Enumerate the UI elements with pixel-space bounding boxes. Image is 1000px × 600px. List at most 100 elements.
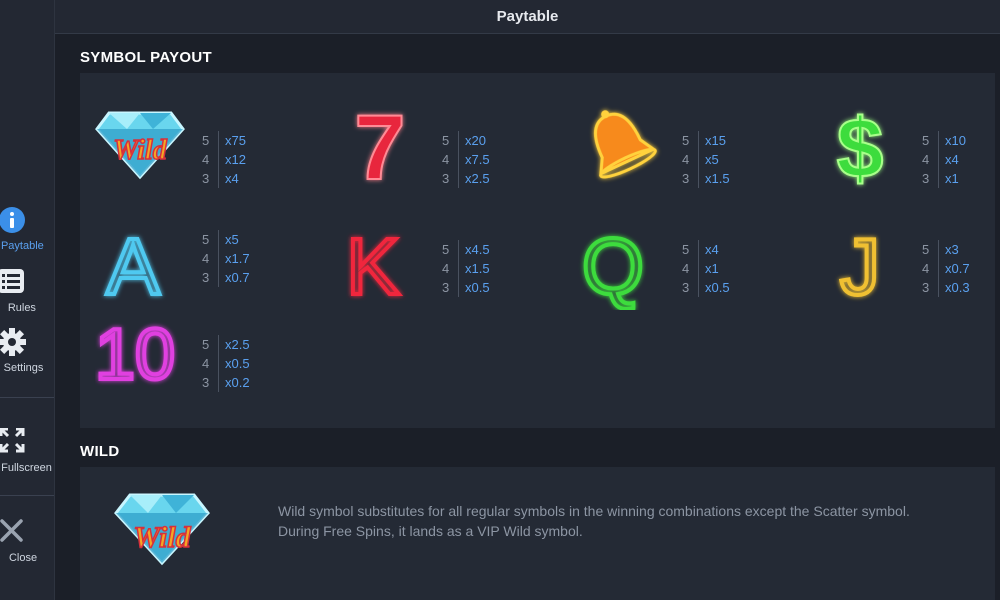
sidebar-item-label: Fullscreen [1,462,52,474]
wild-description-line-1: Wild symbol substitutes for all regular … [278,503,910,519]
payout-multiplier: x0.5 [225,356,250,371]
payout-separator [938,150,939,169]
payout-multiplier: x75 [225,133,246,148]
svg-text:10: 10 [95,315,175,395]
payout-row: 4 x7.5 [442,150,522,169]
payout-table: 5 x4 4 x1 3 x0.5 [682,240,762,297]
symbol-diamond-wild-icon: Wild [95,101,185,191]
wild-description: Wild symbol substitutes for all regular … [278,501,978,541]
svg-text:J: J [840,222,880,310]
payout-multiplier: x0.7 [945,261,970,276]
payout-row: 4 x1.5 [442,259,522,278]
symbol-seven-icon: 7 [335,96,425,200]
symbol-letter-a-icon: A [95,220,185,313]
sidebar-divider [0,397,54,398]
sidebar-item-close[interactable]: Close [0,518,54,568]
payout-row: 3 x1.5 [682,169,762,188]
payout-table: 5 x20 4 x7.5 3 x2.5 [442,131,522,188]
payout-separator [698,150,699,169]
payout-table: 5 x4.5 4 x1.5 3 x0.5 [442,240,522,297]
payout-row: 5 x15 [682,131,762,150]
payout-separator [218,354,219,373]
payout-count: 5 [922,242,930,257]
payout-multiplier: x7.5 [465,152,490,167]
svg-text:Wild: Wild [133,521,191,554]
list-icon [0,269,24,293]
payout-count: 5 [202,133,210,148]
svg-text:A: A [106,222,160,310]
payout-multiplier: x0.3 [945,280,970,295]
close-icon [0,519,23,542]
payout-row: 4 x1.7 [202,249,282,268]
payout-multiplier: x3 [945,242,959,257]
payout-row: 4 x12 [202,150,282,169]
svg-text:Q: Q [582,222,644,310]
payout-count: 4 [682,261,690,276]
sidebar-item-label: Settings [3,362,44,374]
payout-multiplier: x4 [225,171,239,186]
payout-separator [218,230,219,249]
payout-separator [218,268,219,287]
wild-symbol-icon: Wild [112,489,210,579]
payout-separator [218,169,219,188]
payout-multiplier: x0.7 [225,270,250,285]
payout-multiplier: x5 [705,152,719,167]
payout-row: 4 x4 [922,150,1000,169]
fullscreen-icon [0,428,25,453]
payout-count: 5 [202,232,210,247]
main-content: Paytable SYMBOL PAYOUT Wild 5 x75 4 x12 3 x4 7 5… [55,0,1000,600]
sidebar: Paytable Rules Settings Fullscreen Close [0,0,55,600]
payout-row: 3 x0.2 [202,373,282,392]
payout-row: 4 x5 [682,150,762,169]
payout-row: 3 x1 [922,169,1000,188]
payout-row: 5 x5 [202,230,282,249]
payout-separator [458,169,459,188]
symbol-letter-k-icon: K [335,220,425,313]
section-title-wild: WILD [80,443,120,460]
wild-panel: Wild Wild symbol substitutes for all reg… [80,467,995,600]
payout-table: 5 x75 4 x12 3 x4 [202,131,282,188]
payout-separator [698,169,699,188]
payout-count: 5 [682,133,690,148]
payout-count: 5 [922,133,930,148]
payout-count: 3 [682,280,690,295]
payout-separator [938,240,939,259]
payout-multiplier: x4 [945,152,959,167]
header: Paytable [55,0,1000,34]
payout-multiplier: x2.5 [465,171,490,186]
payout-row: 3 x0.5 [682,278,762,297]
sidebar-item-rules[interactable]: Rules [0,268,54,318]
payout-multiplier: x12 [225,152,246,167]
payout-count: 5 [202,337,210,352]
payout-count: 4 [202,356,210,371]
payout-row: 4 x0.5 [202,354,282,373]
symbol-dollar-icon: $ [815,100,905,196]
payout-separator [458,259,459,278]
svg-text:$: $ [837,101,884,191]
payout-row: 5 x75 [202,131,282,150]
payout-row: 3 x0.5 [442,278,522,297]
payout-count: 5 [442,133,450,148]
payout-table: 5 x15 4 x5 3 x1.5 [682,131,762,188]
payout-row: 5 x2.5 [202,335,282,354]
payout-multiplier: x1 [705,261,719,276]
sidebar-item-settings[interactable]: Settings [0,328,54,378]
payout-row: 5 x4 [682,240,762,259]
svg-text:7: 7 [354,101,405,191]
payout-multiplier: x0.5 [465,280,490,295]
payout-count: 3 [682,171,690,186]
sidebar-item-label: Rules [7,302,36,314]
payout-separator [698,131,699,150]
payout-separator [218,150,219,169]
payout-multiplier: x0.5 [705,280,730,295]
sidebar-item-paytable[interactable]: Paytable [0,206,54,256]
svg-text:Wild: Wild [113,135,167,166]
page-title: Paytable [496,8,559,25]
payout-separator [938,131,939,150]
sidebar-item-fullscreen[interactable]: Fullscreen [0,428,54,478]
payout-separator [458,131,459,150]
payout-separator [698,278,699,297]
symbol-bell-icon [575,101,665,191]
payout-multiplier: x0.2 [225,375,250,390]
payout-multiplier: x1.5 [465,261,490,276]
